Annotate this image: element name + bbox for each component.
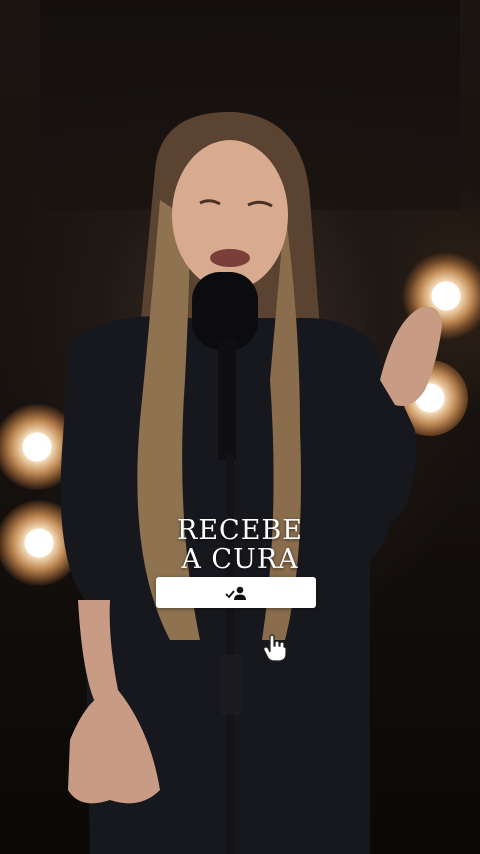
title-line-2: A CURA [181, 544, 299, 575]
singer-with-microphone [60, 111, 442, 854]
hand-pointer-icon [263, 634, 287, 662]
follow-user-check-icon [225, 586, 246, 600]
title-line-1: RECEBE [177, 515, 303, 546]
overlay-title: RECEBE A CURA [130, 516, 350, 574]
follow-button[interactable] [156, 577, 316, 608]
